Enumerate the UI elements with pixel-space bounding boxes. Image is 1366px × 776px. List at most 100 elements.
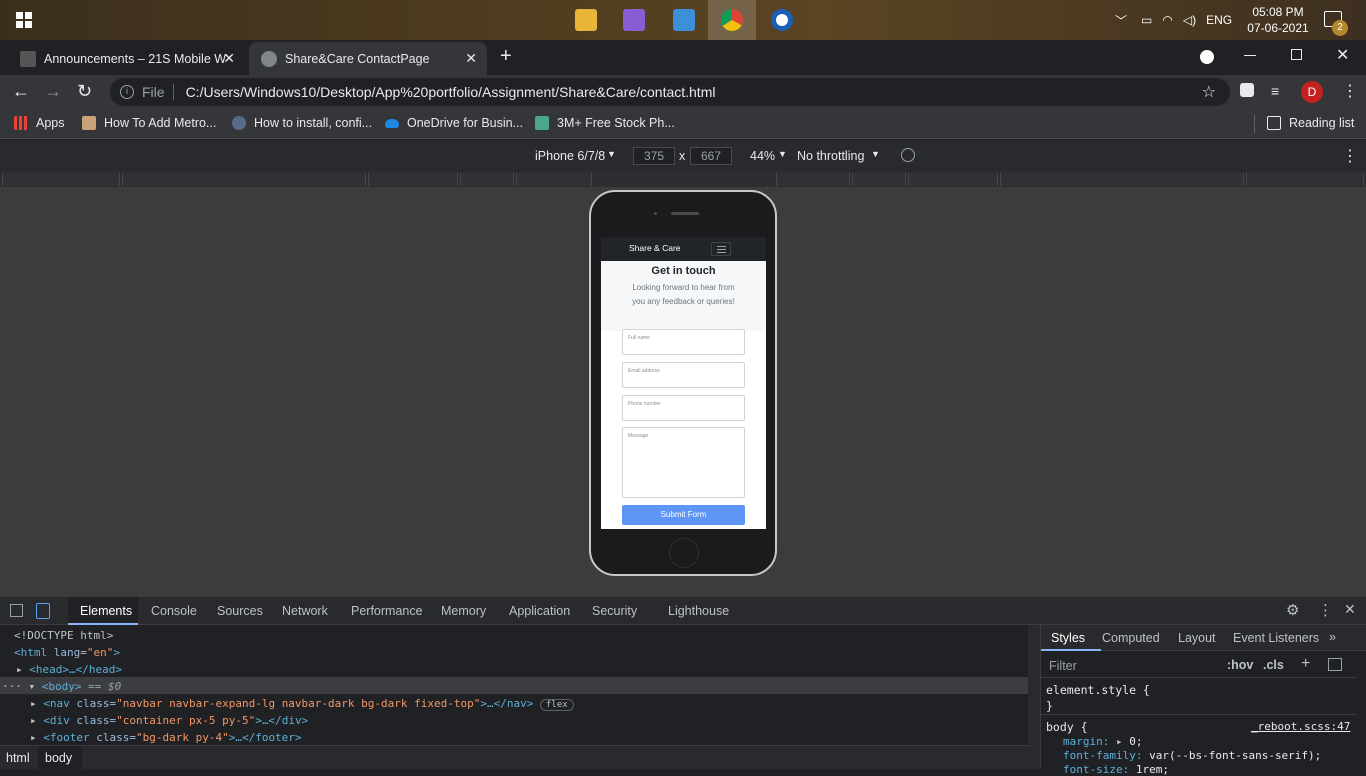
chrome-menu-icon[interactable]: ⋮ — [1342, 81, 1358, 101]
extensions-icon[interactable] — [1240, 83, 1254, 97]
device-toggle-icon[interactable] — [36, 603, 50, 619]
full-name-field[interactable]: Full name — [622, 329, 745, 355]
breadcrumb-body[interactable]: body — [45, 751, 72, 765]
control-panel-icon[interactable] — [660, 0, 708, 40]
css-prop-font-size[interactable]: font-size: 1rem; — [1063, 763, 1169, 776]
hamburger-menu-icon[interactable] — [711, 242, 731, 256]
styles-pane: Styles Computed Layout Event Listeners »… — [1040, 625, 1366, 776]
email-field[interactable]: Email address — [622, 362, 745, 388]
tab-lighthouse[interactable]: Lighthouse — [668, 604, 729, 618]
css-prop-font-family[interactable]: font-family: var(--bs-font-sans-serif); — [1063, 749, 1321, 762]
bookmark-metro[interactable]: How To Add Metro... — [82, 116, 216, 130]
reading-list[interactable]: Reading list — [1267, 116, 1354, 130]
css-prop-margin[interactable]: margin: ▸ 0; — [1063, 735, 1142, 748]
media-query-bar[interactable] — [0, 172, 1366, 188]
tab-search-icon[interactable] — [1200, 50, 1214, 64]
close-devtools-icon[interactable]: ✕ — [1344, 601, 1356, 618]
bookmark-star-icon[interactable]: ☆ — [1202, 82, 1216, 102]
zoom-select[interactable]: 44% — [750, 149, 775, 163]
site-brand[interactable]: Share & Care — [629, 243, 681, 253]
new-tab-button[interactable]: + — [500, 45, 512, 68]
more-options-icon[interactable]: ⋮ — [1342, 146, 1358, 166]
tab-styles[interactable]: Styles — [1051, 631, 1085, 645]
info-icon[interactable]: i — [120, 85, 134, 99]
close-icon[interactable]: ✕ — [465, 50, 477, 67]
globe-icon — [261, 50, 277, 67]
tab-event-listeners[interactable]: Event Listeners — [1233, 631, 1319, 645]
rotate-icon[interactable] — [901, 148, 915, 162]
throttling-select[interactable]: No throttling — [797, 149, 864, 163]
styles-filter-input[interactable]: Filter — [1049, 659, 1077, 673]
dom-footer-line[interactable]: ▸ <footer class="bg-dark py-4">…</footer… — [30, 731, 302, 744]
dom-doctype[interactable]: <!DOCTYPE html> — [14, 629, 113, 642]
cls-button[interactable]: .cls — [1263, 658, 1284, 672]
wifi-icon[interactable]: ◠ — [1162, 13, 1172, 27]
profile-avatar[interactable]: D — [1301, 81, 1323, 103]
tab-layout[interactable]: Layout — [1178, 631, 1216, 645]
more-options-icon[interactable]: ⋮ — [1318, 601, 1333, 619]
page-title: Get in touch — [651, 265, 716, 277]
element-style-rule[interactable]: element.style { — [1046, 683, 1150, 697]
address-bar[interactable]: i File C:/Users/Windows10/Desktop/App%20… — [110, 78, 1230, 106]
dom-div-line[interactable]: ▸ <div class="container px-5 py-5">…</di… — [30, 714, 308, 727]
bookmark-install[interactable]: How to install, confi... — [232, 116, 372, 130]
tab-computed[interactable]: Computed — [1102, 631, 1160, 645]
tab-console[interactable]: Console — [151, 604, 197, 618]
tab-announcements[interactable]: Announcements – 21S Mobile W ✕ — [0, 42, 245, 75]
media-control-icon[interactable]: ≡ — [1271, 83, 1279, 99]
rule-selector[interactable]: body { — [1046, 720, 1088, 734]
volume-icon[interactable]: ◁) — [1183, 13, 1196, 27]
submit-button[interactable]: Submit Form — [622, 505, 745, 525]
file-explorer-icon[interactable] — [562, 0, 610, 40]
minimize-icon[interactable] — [1244, 55, 1256, 56]
rule-source-link[interactable]: _reboot.scss:47 — [1251, 720, 1350, 733]
tab-elements[interactable]: Elements — [80, 604, 132, 618]
tab-contact-page[interactable]: Share&Care ContactPage ✕ — [249, 42, 487, 75]
chrome-icon[interactable] — [708, 0, 756, 40]
dom-html-line[interactable]: <html lang="en"> — [14, 646, 120, 659]
dom-head-line[interactable]: ▸ <head>…</head> — [16, 663, 122, 676]
close-icon[interactable]: ✕ — [223, 50, 235, 67]
inspect-element-icon[interactable] — [10, 604, 23, 617]
bookmark-apps[interactable]: Apps — [14, 116, 65, 130]
word-icon[interactable] — [758, 0, 806, 40]
phone-field[interactable]: Phone number — [622, 395, 745, 421]
visual-studio-icon[interactable] — [610, 0, 658, 40]
forward-icon[interactable]: → — [44, 81, 62, 102]
tab-application[interactable]: Application — [509, 604, 570, 618]
hov-button[interactable]: :hov — [1227, 658, 1253, 672]
add-rule-icon[interactable]: + — [1301, 655, 1310, 673]
language-indicator[interactable]: ENG — [1206, 13, 1232, 27]
battery-icon[interactable]: ▭ — [1141, 13, 1152, 27]
blackboard-icon — [20, 50, 36, 67]
window-close-icon[interactable]: ✕ — [1336, 45, 1349, 65]
back-icon[interactable]: ← — [12, 81, 30, 102]
dom-nav-line[interactable]: ▸ <nav class="navbar navbar-expand-lg na… — [30, 697, 574, 711]
onedrive-icon — [385, 118, 399, 128]
settings-gear-icon[interactable]: ⚙ — [1286, 601, 1299, 619]
width-input[interactable]: 375 — [633, 147, 675, 165]
clock[interactable]: 05:08 PM 07-06-2021 — [1244, 4, 1312, 36]
windows-start-icon[interactable] — [16, 12, 32, 28]
message-field[interactable]: Message — [622, 427, 745, 498]
dom-body-line[interactable]: ··· ▾ <body> == $0 — [2, 680, 121, 693]
tab-sources[interactable]: Sources — [217, 604, 263, 618]
chrome-tab-strip: Announcements – 21S Mobile W ✕ Share&Car… — [0, 40, 1366, 75]
reload-icon[interactable]: ↻ — [77, 81, 92, 102]
flex-badge[interactable]: flex — [539, 699, 574, 711]
tab-performance[interactable]: Performance — [351, 604, 423, 618]
chevron-up-icon[interactable]: ﹀ — [1115, 12, 1127, 29]
tab-security[interactable]: Security — [592, 604, 637, 618]
notification-badge: 2 — [1332, 20, 1348, 36]
bookmark-onedrive[interactable]: OneDrive for Busin... — [385, 116, 523, 130]
toggle-sidebar-icon[interactable] — [1328, 658, 1342, 671]
url-text[interactable]: C:/Users/Windows10/Desktop/App%20portfol… — [186, 84, 716, 100]
tab-network[interactable]: Network — [282, 604, 328, 618]
more-tabs-icon[interactable]: » — [1329, 630, 1336, 644]
breadcrumb-html[interactable]: html — [6, 751, 30, 765]
height-input[interactable]: 667 — [690, 147, 732, 165]
tab-memory[interactable]: Memory — [441, 604, 486, 618]
restore-icon[interactable] — [1291, 49, 1302, 60]
bookmark-stock[interactable]: 3M+ Free Stock Ph... — [535, 116, 675, 130]
device-select[interactable]: iPhone 6/7/8 — [535, 149, 605, 163]
